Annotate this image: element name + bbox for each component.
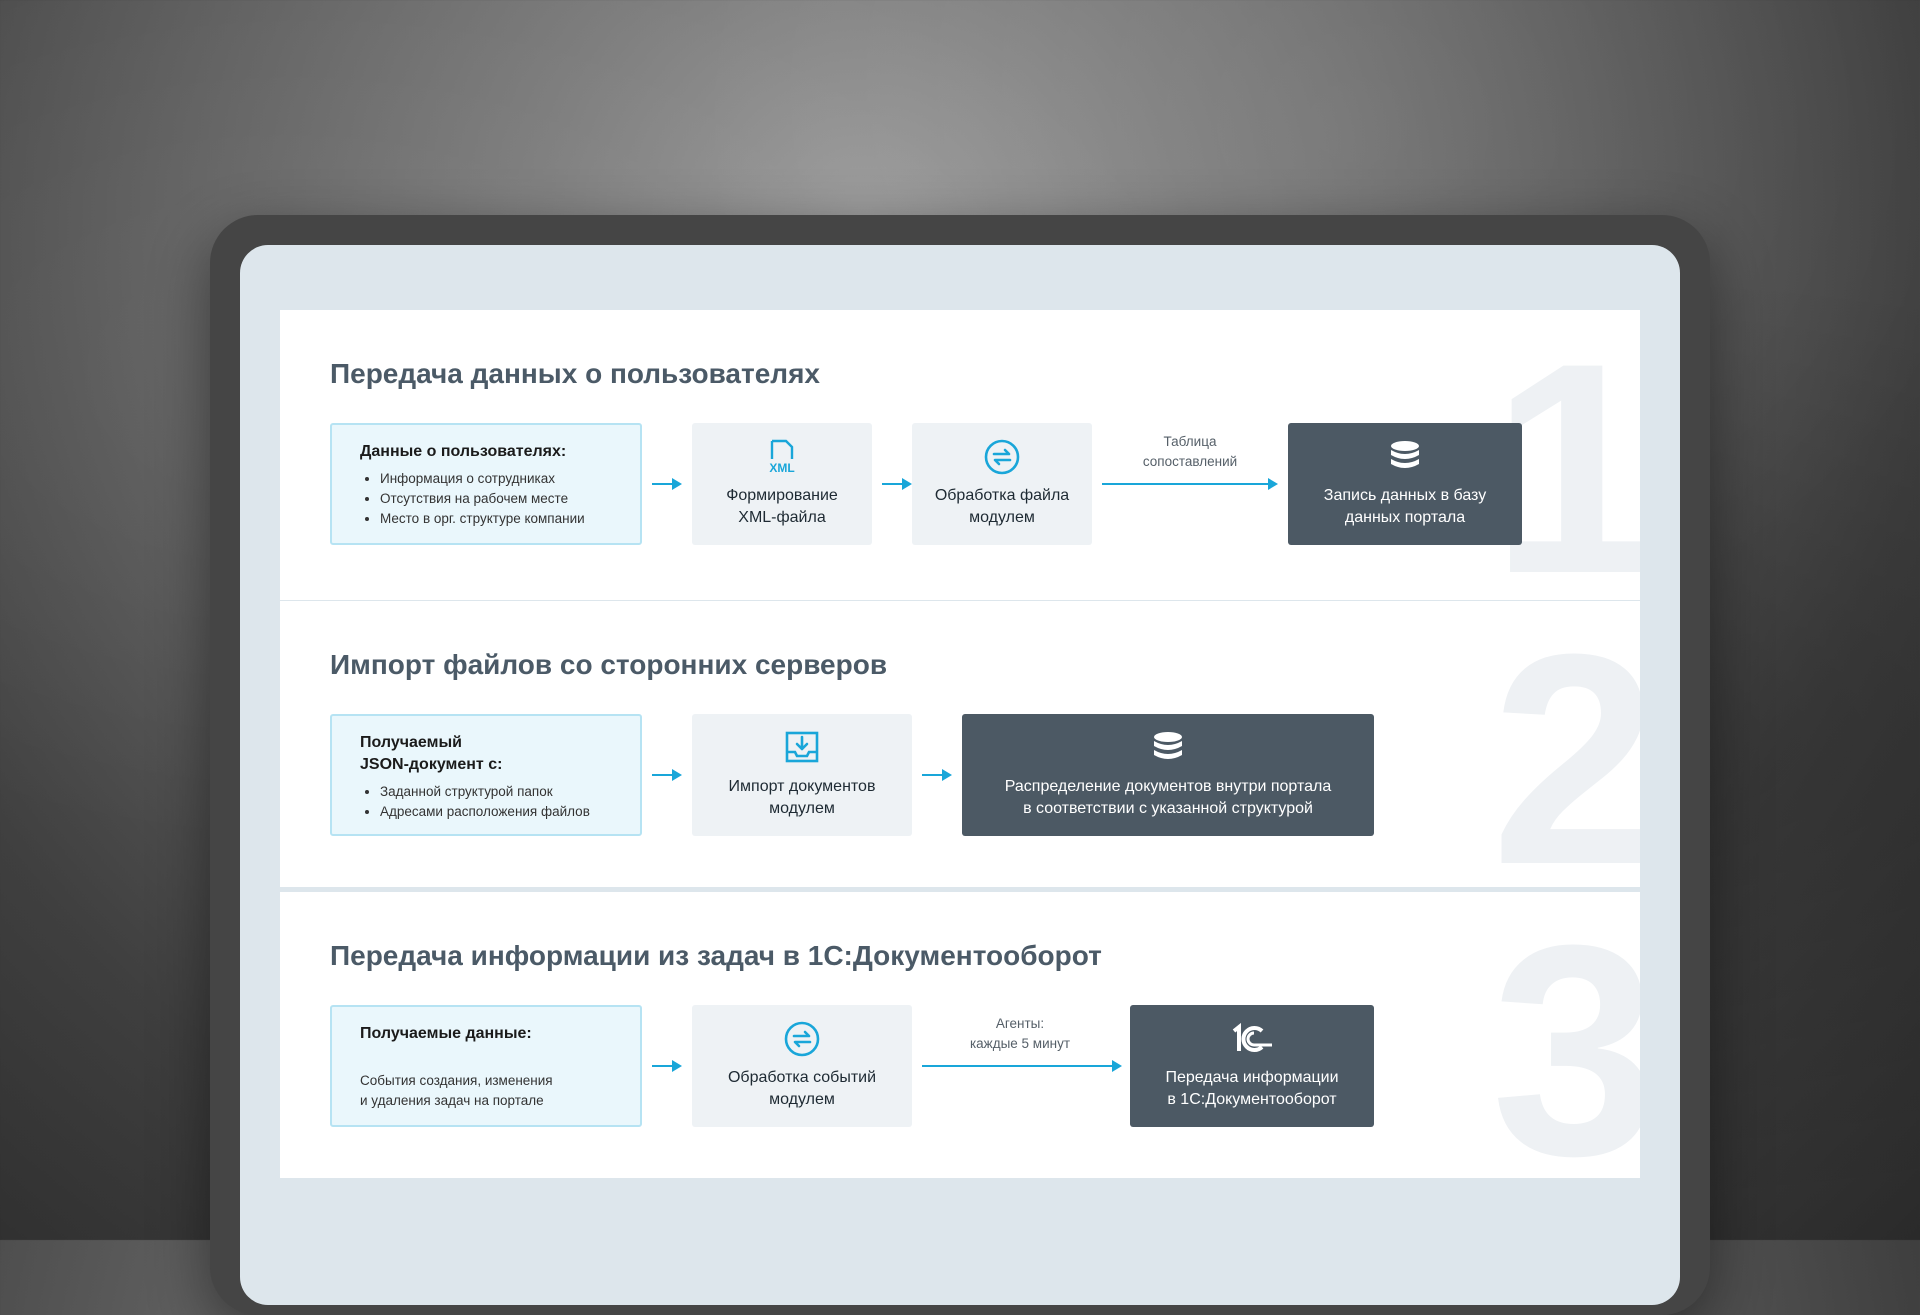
sync-icon — [784, 1021, 820, 1057]
source-title: Данные о пользователях: — [360, 443, 567, 460]
step-label: Обработка файла модулем — [934, 487, 1070, 526]
section-title: Передача данных о пользователях — [330, 358, 820, 389]
step-box: Обработка событий модулем — [692, 1005, 912, 1127]
list-item: Место в орг. структуре компании — [380, 509, 640, 529]
result-box: Запись данных в базу данных портала — [1288, 423, 1522, 545]
source-box: Данные о пользователях: Информация о сот… — [330, 423, 642, 545]
screen: 1 Передача данных о пользователях Данные… — [240, 245, 1680, 1305]
result-label: Передача информации в 1С:Документооборот — [1165, 1069, 1339, 1108]
step-label: Импорт документов модулем — [728, 778, 876, 817]
step-box: Импорт документов модулем — [692, 714, 912, 836]
source-title: Получаемый JSON-документ с: — [360, 734, 503, 773]
source-list: Заданной структурой папок Адресами распо… — [360, 782, 640, 822]
arrow-label: Таблица сопоставлений — [1142, 434, 1238, 469]
step-label: Обработка событий модулем — [727, 1069, 877, 1108]
step-box: XML Формирование XML-файла — [692, 423, 872, 545]
section-number: 3 — [1491, 892, 1640, 1178]
section-title: Импорт файлов со сторонних серверов — [330, 649, 888, 680]
list-item: Заданной структурой папок — [380, 782, 640, 802]
flow-arrow — [922, 769, 952, 781]
database-icon — [1391, 441, 1419, 468]
section-panel-2: 2 Импорт файлов со сторонних серверов По… — [280, 601, 1640, 887]
source-box: Получаемый JSON-документ с: Заданной стр… — [330, 714, 642, 836]
list-item: Адресами расположения файлов — [380, 802, 640, 822]
section-panel-1: 1 Передача данных о пользователях Данные… — [280, 310, 1640, 600]
list-item: Информация о сотрудниках — [380, 469, 640, 489]
svg-text:XML: XML — [769, 461, 794, 475]
list-item: Отсутствия на рабочем месте — [380, 489, 640, 509]
flow-arrow — [882, 478, 912, 490]
flow-arrow — [652, 1060, 682, 1072]
section-number: 2 — [1491, 601, 1640, 887]
section-title: Передача информации из задач в 1С:Докуме… — [330, 940, 1102, 971]
source-text: События создания, изменения и удаления з… — [360, 1073, 553, 1108]
xml-file-icon: XML — [769, 439, 795, 475]
step-label: Формирование XML-файла — [726, 487, 838, 526]
result-box: Распределение документов внутри портала … — [962, 714, 1374, 836]
step-box: Обработка файла модулем — [912, 423, 1092, 545]
section-panel-3: 3 Передача информации из задач в 1С:Доку… — [280, 892, 1640, 1178]
1c-logo-icon — [1232, 1022, 1272, 1052]
flow-arrow — [1102, 478, 1278, 490]
source-box: Получаемые данные: События создания, изм… — [330, 1005, 642, 1127]
flow-arrow — [652, 478, 682, 490]
flow-arrow — [652, 769, 682, 781]
result-box: Передача информации в 1С:Документооборот — [1130, 1005, 1374, 1127]
import-tray-icon — [785, 731, 819, 763]
source-list: Информация о сотрудниках Отсутствия на р… — [360, 469, 640, 529]
result-label: Запись данных в базу данных портала — [1323, 487, 1487, 526]
arrow-label: Агенты: каждые 5 минут — [969, 1016, 1071, 1051]
flow-arrow — [922, 1060, 1122, 1072]
database-icon — [1154, 732, 1182, 759]
result-label: Распределение документов внутри портала … — [1004, 778, 1332, 817]
source-title: Получаемые данные: — [360, 1025, 532, 1042]
sync-icon — [984, 439, 1020, 475]
